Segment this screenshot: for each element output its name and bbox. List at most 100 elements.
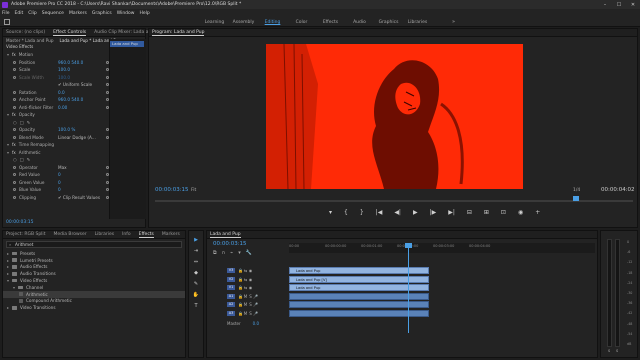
tab-sequence[interactable]: Lada and Pup <box>210 232 241 238</box>
fx-toggle-icon[interactable]: fx <box>12 52 16 57</box>
add-marker-tl-icon[interactable]: ▾ <box>238 250 241 256</box>
stopwatch-icon[interactable] <box>13 165 16 169</box>
effect-value[interactable]: Linear Dodge (A... <box>58 135 96 140</box>
pen-mask-icon[interactable]: ✎ <box>27 157 31 162</box>
tab-effect-controls[interactable]: Effect Controls <box>53 30 87 36</box>
effect-value[interactable]: 0 <box>58 180 61 185</box>
eye-icon[interactable]: ◉ <box>248 268 253 273</box>
menu-graphics[interactable]: Graphics <box>92 11 112 16</box>
go-to-out-icon[interactable]: ▶| <box>448 209 455 216</box>
tree-item[interactable]: ▾ Video Effects <box>3 277 185 284</box>
track-name[interactable]: A2 <box>227 302 235 307</box>
eye-icon[interactable]: ◉ <box>248 277 253 282</box>
tab-project[interactable]: Project: RGB Split <box>6 232 45 237</box>
extract-icon[interactable]: ⊞ <box>484 209 489 216</box>
track-header-a2[interactable]: A2 🔒 M S 🎤 <box>207 301 287 308</box>
go-to-in-icon[interactable]: |◀ <box>376 209 383 216</box>
more-workspaces-icon[interactable]: » <box>452 19 455 25</box>
menu-file[interactable]: File <box>2 11 10 16</box>
button-editor-icon[interactable]: + <box>535 209 540 216</box>
tab-effects[interactable]: Effects <box>138 232 154 238</box>
stopwatch-icon[interactable] <box>13 75 16 79</box>
stopwatch-icon[interactable] <box>13 105 16 109</box>
ripple-edit-tool-icon[interactable]: ⇔ <box>189 257 203 268</box>
tab-source[interactable]: Source: (no clips) <box>6 30 45 35</box>
track-select-tool-icon[interactable]: ⇥ <box>189 246 203 257</box>
menu-help[interactable]: Help <box>139 11 149 16</box>
workspace-tab-assembly[interactable]: Assembly <box>229 20 258 25</box>
program-zoom-select[interactable]: Fit <box>191 188 196 193</box>
stopwatch-icon[interactable] <box>13 98 16 102</box>
add-marker-icon[interactable]: ▾ <box>329 209 332 216</box>
type-tool-icon[interactable]: T <box>189 301 203 312</box>
menu-clip[interactable]: Clip <box>28 11 37 16</box>
tree-item[interactable]: ▸ Audio Transitions <box>3 270 185 277</box>
export-frame-icon[interactable]: ⊡ <box>501 209 506 216</box>
effect-value[interactable]: 960.0 540.0 <box>58 60 83 65</box>
effect-value[interactable]: 100.0 <box>58 67 70 72</box>
track-header-v2[interactable]: V2 🔒 ⇆ ◉ <box>207 276 287 283</box>
timeline-playhead[interactable] <box>405 243 412 248</box>
voiceover-icon[interactable]: 🎤 <box>253 294 258 299</box>
selection-tool-icon[interactable]: ▶ <box>189 235 203 246</box>
menu-markers[interactable]: Markers <box>69 11 87 16</box>
tree-item[interactable]: ▾ Channel <box>3 284 185 291</box>
lift-icon[interactable]: ⊟ <box>467 209 472 216</box>
program-video-frame[interactable] <box>266 44 523 189</box>
home-icon[interactable] <box>4 19 10 25</box>
menu-edit[interactable]: Edit <box>15 11 24 16</box>
menu-window[interactable]: Window <box>117 11 135 16</box>
pen-mask-icon[interactable]: ✎ <box>27 120 31 125</box>
tab-info[interactable]: Info <box>122 232 131 237</box>
workspace-tab-color[interactable]: Color <box>287 20 316 25</box>
tree-item[interactable]: ▸ Audio Effects <box>3 264 185 271</box>
close-button[interactable]: ✕ <box>626 2 640 8</box>
tree-item[interactable]: ▸ Presets <box>3 250 185 257</box>
effect-value[interactable]: 0.00 <box>58 105 67 110</box>
razor-tool-icon[interactable]: ◆ <box>189 268 203 279</box>
tree-item[interactable]: Compound Arithmetic <box>3 298 185 305</box>
effect-value[interactable]: 960.0 540.0 <box>58 97 83 102</box>
ec-mini-timeline[interactable] <box>109 39 146 219</box>
workspace-tab-effects[interactable]: Effects <box>316 20 345 25</box>
fx-toggle-icon[interactable]: fx <box>12 150 16 155</box>
mark-in-icon[interactable]: { <box>344 209 348 216</box>
menu-sequence[interactable]: Sequence <box>42 11 64 16</box>
program-quality-select[interactable]: 1/4 <box>573 188 580 193</box>
stopwatch-icon[interactable] <box>13 180 16 184</box>
effect-checkbox[interactable]: ✔ Clip Result Values <box>58 195 100 200</box>
effect-value[interactable]: 100.0 <box>58 75 70 80</box>
effect-checkbox[interactable]: ✔ Uniform Scale <box>58 82 92 87</box>
tab-libraries[interactable]: Libraries <box>95 232 114 237</box>
mark-out-icon[interactable]: } <box>360 209 364 216</box>
workspace-tab-learning[interactable]: Learning <box>200 20 229 25</box>
track-header-a3[interactable]: A3 🔒 M S 🎤 <box>207 310 287 317</box>
effect-value[interactable]: 0.0 <box>58 90 65 95</box>
fx-toggle-icon[interactable]: fx <box>12 112 16 117</box>
stopwatch-icon[interactable] <box>13 188 16 192</box>
track-name[interactable]: A3 <box>227 310 235 316</box>
tab-program[interactable]: Program: Lada and Pup <box>152 30 205 36</box>
stopwatch-icon[interactable] <box>13 68 16 72</box>
linked-selection-icon[interactable]: ⌁ <box>230 250 233 256</box>
program-scrub-bar[interactable] <box>155 200 633 202</box>
effect-value[interactable]: 100.0 % <box>58 127 75 132</box>
ec-timecode[interactable]: 00:00:03:15 <box>6 220 33 225</box>
stopwatch-icon[interactable] <box>13 128 16 132</box>
effects-search-input[interactable]: ⌕ Arithmet <box>6 241 182 248</box>
ec-master-label[interactable]: Master * Lada and Pup <box>6 38 53 43</box>
track-header-v1[interactable]: V1 🔒 ⇆ ◉ <box>207 284 287 291</box>
effect-value[interactable]: 0 <box>58 172 61 177</box>
step-forward-icon[interactable]: |▶ <box>430 209 437 216</box>
track-name[interactable]: V2 <box>227 276 235 282</box>
track-name[interactable]: A1 <box>227 293 235 299</box>
maximize-button[interactable]: ☐ <box>612 2 626 8</box>
ellipse-mask-icon[interactable]: ○ <box>13 157 17 162</box>
eye-icon[interactable]: ◉ <box>248 285 253 290</box>
nest-icon[interactable]: ⧉ <box>213 250 217 256</box>
stopwatch-icon[interactable] <box>13 60 16 64</box>
settings-icon[interactable]: 🔧 <box>246 250 252 256</box>
minimize-button[interactable]: – <box>598 2 612 8</box>
tab-media-browser[interactable]: Media Browser <box>53 232 86 237</box>
tree-item[interactable]: ▸ Video Transitions <box>3 304 185 311</box>
